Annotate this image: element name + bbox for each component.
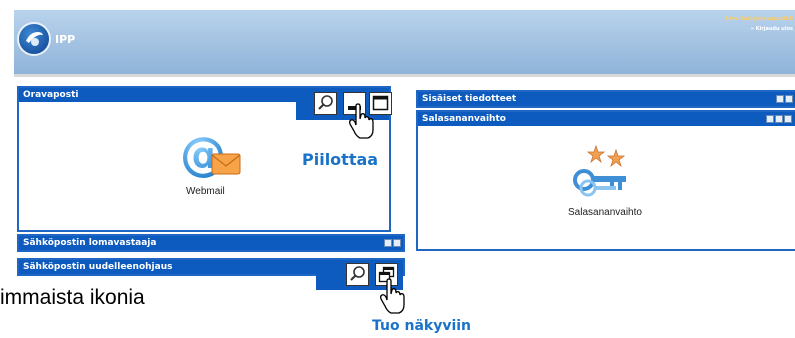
show-callout: Tuo näkyviin bbox=[372, 318, 472, 334]
hide-callout: Piilottaa bbox=[302, 150, 379, 169]
portlet-title-text: Oravaposti bbox=[23, 90, 79, 100]
keys-icon[interactable] bbox=[568, 140, 640, 204]
header-user-text: Eeva Salo@oravaposti.fi bbox=[725, 16, 793, 22]
webmail-icon[interactable]: @ bbox=[178, 128, 244, 180]
portlet-title-uudelleenohjaus: Sähköpostin uudelleenohjaus bbox=[19, 260, 319, 274]
hand-cursor-icon bbox=[349, 103, 374, 139]
minimize-button[interactable] bbox=[775, 115, 783, 123]
search-button[interactable] bbox=[384, 239, 392, 247]
portlet-title-sisaiset: Sisäiset tiedotteet bbox=[418, 92, 795, 106]
restore-button[interactable] bbox=[785, 95, 793, 103]
portlet-title-lomavastaaja: Sähköpostin lomavastaaja bbox=[19, 236, 403, 250]
portlet-title-oravaposti: Oravaposti bbox=[19, 88, 299, 102]
restore-button[interactable] bbox=[393, 239, 401, 247]
logo-text: IPP bbox=[55, 33, 76, 46]
hand-cursor-icon bbox=[380, 278, 405, 314]
portlet-title-text: Sähköpostin uudelleenohjaus bbox=[23, 262, 173, 272]
webmail-label[interactable]: Webmail bbox=[186, 186, 225, 197]
partial-instruction-text: immaista ikonia bbox=[0, 286, 145, 309]
portlet-title-text: Sähköpostin lomavastaaja bbox=[23, 238, 157, 248]
portlet-title-text: Salasananvaihto bbox=[422, 114, 506, 124]
portlet-title-salasana: Salasananvaihto bbox=[418, 112, 795, 126]
search-button[interactable] bbox=[766, 115, 774, 123]
search-icon bbox=[350, 266, 365, 281]
search-icon bbox=[318, 95, 333, 110]
portlet-title-text: Sisäiset tiedotteet bbox=[422, 94, 517, 104]
logo-icon[interactable] bbox=[17, 22, 51, 56]
logout-link[interactable]: » Kirjaudu ulos bbox=[751, 26, 793, 32]
search-button[interactable] bbox=[314, 92, 337, 115]
app-header bbox=[14, 10, 795, 74]
maximize-button[interactable] bbox=[784, 115, 792, 123]
search-button[interactable] bbox=[776, 95, 784, 103]
salasana-label[interactable]: Salasananvaihto bbox=[568, 207, 642, 218]
search-button[interactable] bbox=[346, 263, 369, 286]
header-shadow bbox=[14, 74, 795, 77]
